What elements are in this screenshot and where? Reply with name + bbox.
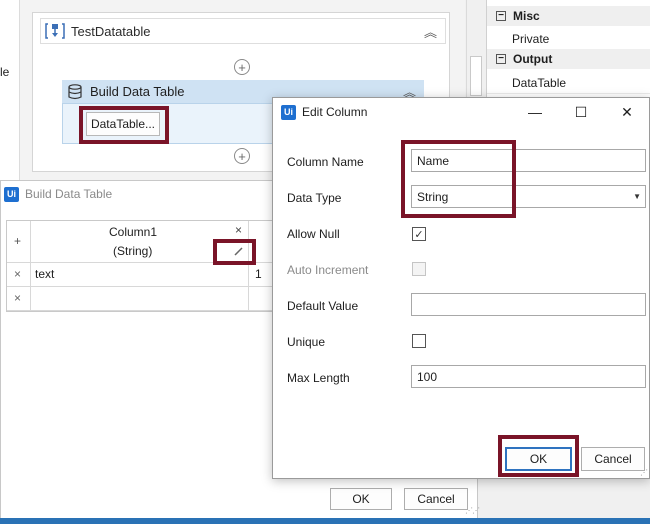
data-table-grid: + Column1 (String) × × text 1 × [6,220,275,312]
auto-increment-checkbox [412,262,426,276]
maximize-icon[interactable]: ☐ [558,97,604,127]
minimize-icon[interactable]: — [512,97,558,127]
add-activity-icon-bottom[interactable]: + [234,148,250,164]
build-data-table-title: Build Data Table [25,187,113,201]
collapse-output-icon[interactable]: − [496,54,506,64]
resize-grip-icon[interactable]: ⋰⋰ [465,506,480,515]
highlight-box-edit-column [213,239,256,265]
unique-checkbox[interactable] [412,334,426,348]
taskbar-strip [0,518,650,524]
property-datatable[interactable]: DataTable [487,72,650,94]
sequence-header[interactable]: TestDatatable ︽ [40,18,446,44]
add-activity-icon[interactable]: + [234,59,250,75]
category-output-label: Output [513,52,553,66]
collapse-icon[interactable]: ︽ [424,22,437,41]
unique-label: Unique [287,335,326,349]
uipath-logo-icon: Ui [281,104,296,120]
auto-increment-label: Auto Increment [287,263,369,277]
edit-column-title: Edit Column [302,105,368,119]
cell-value: text [35,267,55,281]
designer-scrollbar-thumb[interactable] [470,56,482,96]
build-cancel-button[interactable]: Cancel [404,488,468,510]
highlight-box-datatable [79,106,169,144]
column-header-type: (String) [113,244,153,258]
highlight-box-name-type [401,140,516,218]
database-icon [66,83,84,101]
cell-value-next: 1 [255,267,262,281]
add-column-icon[interactable]: + [14,234,21,248]
remove-row-icon-2[interactable]: × [14,291,21,305]
uipath-logo-icon: Ui [4,186,19,202]
column-name-label: Column Name [287,155,364,169]
default-value-label: Default Value [287,299,359,313]
default-value-input[interactable] [411,293,646,316]
max-length-label: Max Length [287,371,350,385]
close-icon[interactable]: ✕ [604,97,650,127]
allow-null-checkbox[interactable]: ✓ [412,227,426,241]
data-type-label: Data Type [287,191,342,205]
checkmark-icon: ✓ [414,228,424,241]
properties-category-output[interactable]: − Output [487,49,650,69]
highlight-box-ok [498,435,579,477]
table-cell-empty[interactable] [31,287,249,311]
collapse-misc-icon[interactable]: − [496,11,506,21]
edit-column-cancel-button[interactable]: Cancel [581,447,645,471]
properties-category-misc[interactable]: − Misc [487,6,650,26]
remove-column-icon[interactable]: × [235,223,242,237]
sequence-icon [45,22,65,40]
build-ok-button[interactable]: OK [330,488,392,510]
property-private[interactable]: Private [487,28,650,50]
sequence-title: TestDatatable [71,23,151,39]
max-length-input[interactable]: 100 [411,365,646,388]
left-panel-cut-text: le [0,65,10,79]
remove-row-icon[interactable]: × [14,267,21,281]
category-misc-label: Misc [513,9,540,23]
dropdown-arrow-icon[interactable]: ▼ [633,192,641,201]
table-cell[interactable] [31,263,249,287]
column-header-name: Column1 [109,225,158,239]
edit-column-titlebar[interactable]: Ui Edit Column — ☐ ✕ [272,97,650,127]
allow-null-label: Allow Null [287,227,340,241]
edit-column-resize-grip-icon[interactable]: ⋰ [640,468,648,477]
